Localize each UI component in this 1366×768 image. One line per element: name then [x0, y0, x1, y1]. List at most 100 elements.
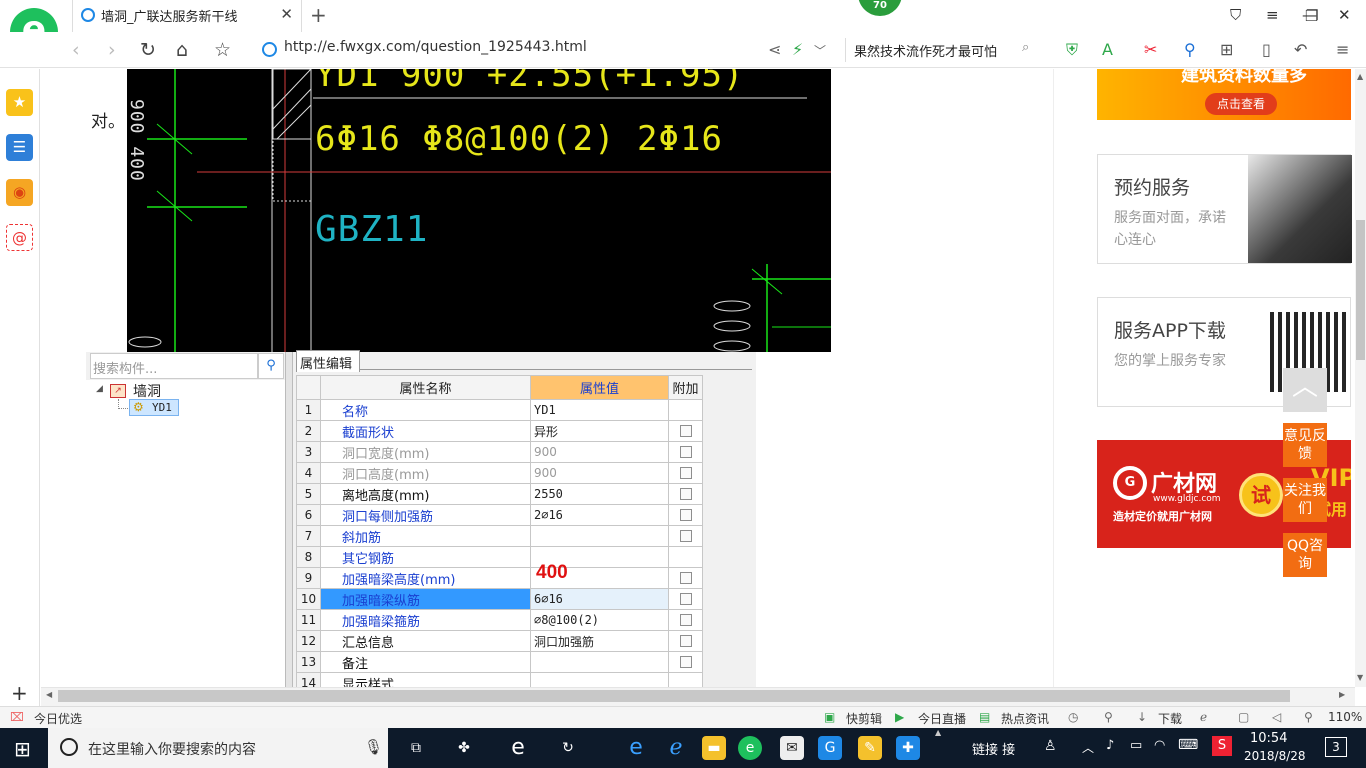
- ie-mode-icon[interactable]: ℯ: [1200, 710, 1207, 724]
- extra-checkbox[interactable]: [679, 509, 692, 521]
- people-icon[interactable]: ♙: [1044, 738, 1057, 754]
- column-header-name[interactable]: 属性名称: [320, 375, 531, 400]
- property-name-cell[interactable]: 显示样式: [320, 672, 531, 687]
- close-window-button[interactable]: ✕: [1338, 6, 1351, 24]
- search-icon[interactable]: ⚲: [258, 353, 284, 379]
- extra-checkbox[interactable]: [679, 530, 692, 542]
- scroll-left-arrow-icon[interactable]: ◀: [46, 690, 52, 699]
- fan-app-icon[interactable]: ✤: [452, 736, 476, 760]
- column-header-extra[interactable]: 附加: [668, 375, 703, 400]
- scissors-icon[interactable]: ✂: [1144, 40, 1157, 59]
- action-center-icon[interactable]: 3: [1325, 737, 1347, 757]
- taskbar-more-arrow-icon[interactable]: ▲: [935, 728, 941, 737]
- component-search-input[interactable]: 搜索构件...: [90, 353, 258, 379]
- folder-icon[interactable]: ▬: [702, 736, 726, 760]
- property-name-cell[interactable]: 斜加筋: [320, 525, 531, 547]
- notification-bell-icon[interactable]: ♪: [1106, 738, 1114, 753]
- table-row[interactable]: 5 离地高度(mm) 2550: [296, 483, 703, 505]
- table-row[interactable]: 3 洞口宽度(mm) 900: [296, 441, 703, 463]
- lightning-icon[interactable]: ⚡: [792, 40, 803, 59]
- battery-icon[interactable]: ▭: [1130, 738, 1142, 753]
- status-left-label[interactable]: 今日优选: [34, 710, 82, 727]
- table-row[interactable]: 12 汇总信息 洞口加强筋: [296, 630, 703, 652]
- property-value-cell[interactable]: ⌀8@100(2): [530, 609, 669, 631]
- table-row[interactable]: 2 截面形状 异形: [296, 420, 703, 442]
- property-name-cell[interactable]: 洞口每侧加强筋: [320, 504, 531, 526]
- property-value-cell[interactable]: 900: [530, 441, 669, 463]
- property-value-cell[interactable]: [530, 525, 669, 547]
- table-row[interactable]: 7 斜加筋: [296, 525, 703, 547]
- scroll-right-arrow-icon[interactable]: ▶: [1339, 690, 1345, 699]
- edge-icon[interactable]: e: [506, 736, 530, 760]
- plus-app-icon[interactable]: ✚: [896, 736, 920, 760]
- status-download[interactable]: 下载: [1158, 710, 1182, 727]
- property-value-cell[interactable]: 2⌀16: [530, 504, 669, 526]
- add-sidebar-icon[interactable]: +: [11, 681, 28, 705]
- apps-grid-icon[interactable]: ⊞: [1220, 40, 1233, 59]
- tray-text[interactable]: 链接 接: [972, 739, 1015, 758]
- table-row[interactable]: 10 加强暗梁纵筋 6⌀16: [296, 588, 703, 610]
- magnifier-icon[interactable]: ⚲: [1184, 40, 1196, 59]
- glodon-icon[interactable]: G: [818, 736, 842, 760]
- back-to-top-button[interactable]: ︿: [1283, 368, 1327, 412]
- property-name-cell[interactable]: 加强暗梁箍筋: [320, 609, 531, 631]
- reload-icon[interactable]: ↻: [140, 39, 156, 61]
- property-value-cell[interactable]: [530, 672, 669, 687]
- tree-root-label[interactable]: 墙洞: [133, 381, 161, 401]
- clock-date[interactable]: 2018/8/28: [1244, 749, 1306, 763]
- g-app-icon[interactable]: ↻: [556, 736, 580, 760]
- scroll-up-arrow-icon[interactable]: ▲: [1357, 72, 1363, 81]
- property-name-cell[interactable]: 加强暗梁纵筋: [320, 588, 531, 610]
- banner-top-ad[interactable]: 建筑资料数量多 点击查看: [1097, 69, 1351, 120]
- share-icon[interactable]: ⋖: [768, 40, 781, 59]
- horizontal-scroll-thumb[interactable]: [58, 690, 1290, 702]
- mail-taskbar-icon[interactable]: ✉: [780, 736, 804, 760]
- weibo-icon[interactable]: ◉: [6, 179, 33, 206]
- follow-us-button[interactable]: 关注我们: [1283, 478, 1327, 522]
- feedback-button[interactable]: 意见反馈: [1283, 423, 1327, 467]
- shirt-skin-icon[interactable]: ⛉: [1230, 6, 1241, 24]
- status-kuaijianji[interactable]: 快剪辑: [846, 710, 882, 727]
- property-value-cell[interactable]: YD1: [530, 399, 669, 421]
- table-row[interactable]: 9 加强暗梁高度(mm): [296, 567, 703, 589]
- task-view-icon[interactable]: ⧉: [404, 736, 428, 760]
- close-tab-icon[interactable]: ✕: [280, 5, 293, 23]
- extra-checkbox[interactable]: [679, 656, 692, 668]
- microphone-icon[interactable]: 🎙: [364, 738, 383, 756]
- extra-checkbox[interactable]: [679, 425, 692, 437]
- new-tab-button[interactable]: +: [310, 3, 327, 27]
- card-appointment[interactable]: 预约服务 服务面对面，承诺心连心: [1097, 154, 1352, 264]
- table-row[interactable]: 4 洞口高度(mm) 900: [296, 462, 703, 484]
- ie-icon[interactable]: ℯ: [664, 736, 688, 760]
- property-name-cell[interactable]: 名称: [320, 399, 531, 421]
- table-row[interactable]: 11 加强暗梁箍筋 ⌀8@100(2): [296, 609, 703, 631]
- more-menu-icon[interactable]: ≡: [1336, 40, 1349, 59]
- address-bar[interactable]: http://e.fwxgx.com/question_1925443.html: [262, 39, 762, 61]
- windows-start-icon[interactable]: ⊞: [14, 737, 31, 761]
- home-icon[interactable]: ⌂: [176, 39, 188, 61]
- status-news[interactable]: 热点资讯: [1001, 710, 1049, 727]
- property-value-cell[interactable]: 900: [530, 462, 669, 484]
- property-name-cell[interactable]: 备注: [320, 651, 531, 673]
- qq-consult-button[interactable]: QQ咨询: [1283, 533, 1327, 577]
- browser-tab-active[interactable]: 墙洞_广联达服务新干线 ✕: [72, 0, 302, 32]
- extra-checkbox[interactable]: [679, 572, 692, 584]
- browser-search-box[interactable]: 果然技术流作死才最可怕 ⌕: [845, 38, 1040, 62]
- table-row[interactable]: 13 备注: [296, 651, 703, 673]
- table-row[interactable]: 1 名称 YD1: [296, 399, 703, 421]
- 360-browser-icon[interactable]: e: [738, 736, 762, 760]
- status-live[interactable]: 今日直播: [918, 710, 966, 727]
- edge-blue-icon[interactable]: e: [624, 736, 648, 760]
- property-value-cell[interactable]: 2550: [530, 483, 669, 505]
- property-value-cell[interactable]: 异形: [530, 420, 669, 442]
- property-value-cell[interactable]: 6⌀16: [530, 588, 669, 610]
- extra-checkbox[interactable]: [679, 488, 692, 500]
- tree-collapse-icon[interactable]: ◢: [96, 384, 103, 394]
- mail-icon[interactable]: @: [6, 224, 33, 251]
- vertical-scroll-thumb[interactable]: [1356, 220, 1365, 360]
- restore-button[interactable]: ❐: [1305, 7, 1318, 25]
- property-name-cell[interactable]: 离地高度(mm): [320, 483, 531, 505]
- sogou-ime-icon[interactable]: S: [1212, 736, 1232, 756]
- sound-icon[interactable]: ◁: [1272, 710, 1281, 724]
- score-badge[interactable]: 70: [858, 0, 902, 16]
